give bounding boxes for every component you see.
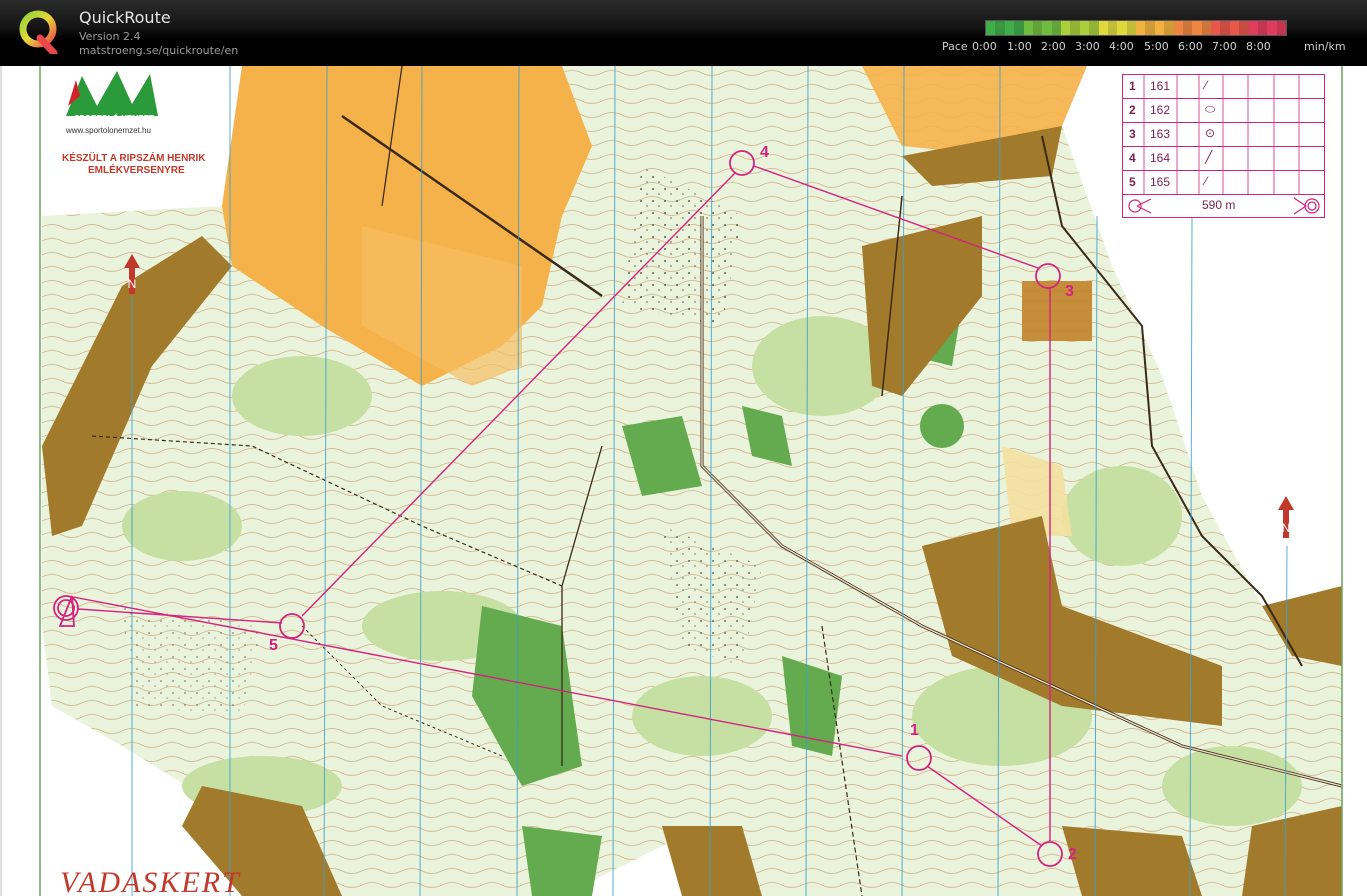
control-label-2: 2 [1068, 846, 1077, 863]
event-title-line2: EMLÉKVERSENYRE [88, 165, 185, 176]
pace-color-cell [1192, 21, 1202, 35]
pace-color-cell [1145, 21, 1155, 35]
pace-color-cell [1267, 21, 1277, 35]
pace-color-cell [1032, 21, 1043, 35]
app-title: QuickRoute [79, 8, 171, 27]
control-label-1: 1 [910, 722, 919, 739]
control-label-5: 5 [269, 637, 278, 654]
pace-color-cell [1004, 21, 1015, 35]
control-description-table: 1 161 ⁄ 2 162 ⬭ 3 163 ⊙ 4 164 ╱ 5 165 ⁄ [1122, 74, 1325, 218]
pace-color-cell [1079, 21, 1090, 35]
pace-color-cell [1014, 21, 1024, 35]
sponsor-logo [64, 66, 160, 121]
pace-tick: 0:00 [972, 40, 997, 53]
pace-color-cell [1117, 21, 1127, 35]
pace-tick: 1:00 [1007, 40, 1032, 53]
pace-color-cell [1051, 21, 1061, 35]
pace-tick: 3:00 [1075, 40, 1100, 53]
sponsor-url: www.sportolonemzet.hu [66, 126, 151, 135]
pace-color-cell [1061, 21, 1071, 35]
pace-color-cell [1098, 21, 1108, 35]
pace-color-cell [1126, 21, 1136, 35]
pace-color-cell [995, 21, 1005, 35]
control-label-3: 3 [1065, 283, 1074, 300]
start-symbol-icon [1128, 198, 1152, 214]
control-label-4: 4 [760, 144, 769, 161]
app-url-link[interactable]: matstroeng.se/quickroute/en [79, 44, 238, 57]
pace-color-cell [1089, 21, 1099, 35]
pace-color-cell [1107, 21, 1118, 35]
north-arrow-icon: N [1278, 496, 1294, 538]
pace-label: Pace [942, 40, 968, 53]
pace-tick: 7:00 [1212, 40, 1237, 53]
pace-unit: min/km [1304, 40, 1346, 53]
svg-text:N: N [1282, 521, 1291, 535]
pace-color-cell [1229, 21, 1240, 35]
finish-symbol-icon [1293, 197, 1320, 215]
pace-color-cell [1042, 21, 1052, 35]
pace-color-cell [1239, 21, 1249, 35]
pace-color-cell [1070, 21, 1080, 35]
pace-color-cell [1023, 21, 1033, 35]
orienteering-map[interactable]: N N SPORTOLÓ NEMZET www.sportolonemzet.h… [0, 66, 1367, 896]
app-header: QuickRoute Version 2.4 matstroeng.se/qui… [0, 0, 1367, 66]
pace-tick: 5:00 [1144, 40, 1169, 53]
pace-color-scale [985, 20, 1287, 36]
pace-color-cell [1164, 21, 1174, 35]
pace-tick: 6:00 [1178, 40, 1203, 53]
pace-tick: 8:00 [1246, 40, 1271, 53]
event-title-line1: KÉSZÜLT A RIPSZÁM HENRIK [62, 153, 206, 164]
pace-color-cell [986, 21, 996, 35]
app-version: Version 2.4 [79, 30, 141, 43]
course-length: 590 m [1202, 198, 1236, 212]
pace-color-cell [1201, 21, 1211, 35]
pace-color-cell [1136, 21, 1146, 35]
svg-text:N: N [128, 277, 137, 291]
pace-color-cell [1173, 21, 1183, 35]
pace-color-cell [1276, 21, 1286, 35]
pace-color-cell [1154, 21, 1165, 35]
pace-color-cell [1211, 21, 1221, 35]
quickroute-logo-icon [19, 10, 58, 54]
pace-tick: 4:00 [1109, 40, 1134, 53]
sponsor-logo-text: SPORTOLÓ NEMZET [74, 114, 154, 123]
pace-color-cell [1257, 21, 1268, 35]
place-name: VADASKERT [60, 866, 241, 896]
pace-color-cell [1248, 21, 1258, 35]
pace-color-cell [1182, 21, 1193, 35]
pace-tick: 2:00 [1041, 40, 1066, 53]
pace-color-cell [1220, 21, 1230, 35]
course-length-row: 590 m [1123, 195, 1324, 217]
